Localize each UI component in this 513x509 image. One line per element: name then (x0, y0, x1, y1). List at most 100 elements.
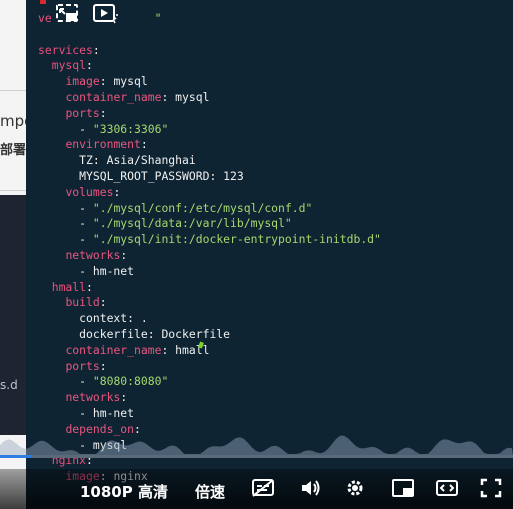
code-line: - "./mysql/conf:/etc/mysql/conf.d" (38, 201, 381, 217)
volume-icon[interactable] (298, 477, 324, 501)
settings-icon[interactable] (342, 477, 368, 501)
theater-mode-icon[interactable] (434, 477, 460, 501)
picture-in-picture-icon[interactable] (54, 3, 82, 27)
code-token: "./mysql/data:/var/lib/mysql" (92, 216, 292, 231)
code-token: "./mysql/conf:/etc/mysql/conf.d" (92, 200, 313, 215)
code-line: - hm-net (38, 264, 381, 280)
code-token: ve (38, 11, 52, 25)
code-token: : (86, 279, 93, 294)
code-token: : (99, 358, 107, 373)
code-token: "8080:8080" (92, 374, 169, 389)
code-token: : (99, 295, 107, 310)
code-token: "./mysql/init:/docker-entrypoint-initdb.… (92, 232, 381, 247)
code-token: networks (65, 390, 121, 405)
quality-button[interactable]: 1080P 高清 (80, 481, 168, 502)
code-token: - (38, 216, 93, 231)
code-line: - "3306:3306" (38, 122, 381, 138)
background-text: 部署 (0, 143, 27, 158)
fullscreen-icon[interactable] (478, 477, 504, 501)
miniplayer-icon[interactable] (390, 477, 416, 501)
code-token: : (120, 390, 128, 405)
code-line: dockerfile: Dockerfile (38, 327, 381, 343)
code-line: ve " (38, 11, 381, 27)
code-line: services: (38, 43, 381, 59)
code-token: : (120, 247, 128, 262)
code-token: mysql (51, 58, 87, 73)
code-token: volumes (65, 184, 114, 199)
code-line: - "./mysql/init:/docker-entrypoint-initd… (38, 232, 381, 248)
subtitle-icon[interactable] (250, 477, 276, 501)
code-line: volumes: (38, 185, 381, 201)
code-token: "3306:3306" (92, 121, 169, 136)
code-line: networks: (38, 248, 381, 264)
code-token: - (38, 374, 93, 389)
code-token: ports (65, 358, 100, 373)
code-line: - "8080:8080" (38, 374, 381, 390)
code-token: : (161, 342, 176, 357)
code-token: - hm-net (38, 405, 135, 420)
code-token: hmall (175, 342, 210, 357)
code-token: - (38, 232, 93, 247)
code-token: : (161, 89, 176, 104)
code-token: build (65, 295, 100, 310)
progress-bar[interactable] (0, 455, 31, 458)
speed-button[interactable]: 倍速 (195, 481, 225, 502)
code-token: ports (65, 105, 100, 120)
code-token: services (38, 42, 93, 57)
code-token: - hm-net (38, 263, 135, 278)
code-token: environment (65, 137, 141, 152)
code-line: TZ: Asia/Shanghai (38, 153, 381, 169)
code-token: : (140, 137, 148, 152)
autoplay-icon[interactable] (92, 3, 120, 27)
code-token: - (38, 200, 93, 215)
code-line: networks: (38, 390, 381, 406)
code-token: mysql (113, 74, 148, 89)
code-token: : (113, 184, 121, 199)
recording-indicator (40, 0, 46, 4)
code-line: context: . (38, 311, 381, 327)
code-token: hmall (51, 279, 87, 294)
code-token: image (65, 74, 100, 89)
code-token: networks (65, 247, 121, 262)
audio-waveform (0, 435, 513, 456)
code-token: container_name (65, 342, 162, 357)
progress-track[interactable] (0, 455, 513, 458)
code-line: image: mysql (38, 74, 381, 90)
code-line: hmall: (38, 280, 381, 296)
code-token: dockerfile: Dockerfile (38, 326, 231, 341)
code-token: mysql (175, 89, 210, 104)
code-line: ports: (38, 106, 381, 122)
code-line: container_name: mysql (38, 90, 381, 106)
code-line: mysql: (38, 58, 381, 74)
code-line: build: (38, 295, 381, 311)
code-line: - "./mysql/data:/var/lib/mysql" (38, 216, 381, 232)
code-line: container_name: hmall (38, 343, 381, 359)
code-line: ports: (38, 359, 381, 375)
code-token: - (38, 121, 93, 136)
code-token: container_name (65, 89, 162, 104)
player-control-bar: 1080P 高清 倍速 (0, 469, 513, 509)
docker-compose-code: ve " services: mysql: image: mysql contai… (38, 11, 381, 485)
code-token: : (86, 58, 93, 73)
code-token: : (92, 42, 100, 57)
code-token: context: . (38, 311, 148, 326)
code-token: MYSQL_ROOT_PASSWORD: 123 (79, 168, 244, 183)
code-line: environment: (38, 137, 381, 153)
code-token: : (99, 105, 107, 120)
code-token: TZ: Asia/Shanghai (79, 153, 196, 168)
